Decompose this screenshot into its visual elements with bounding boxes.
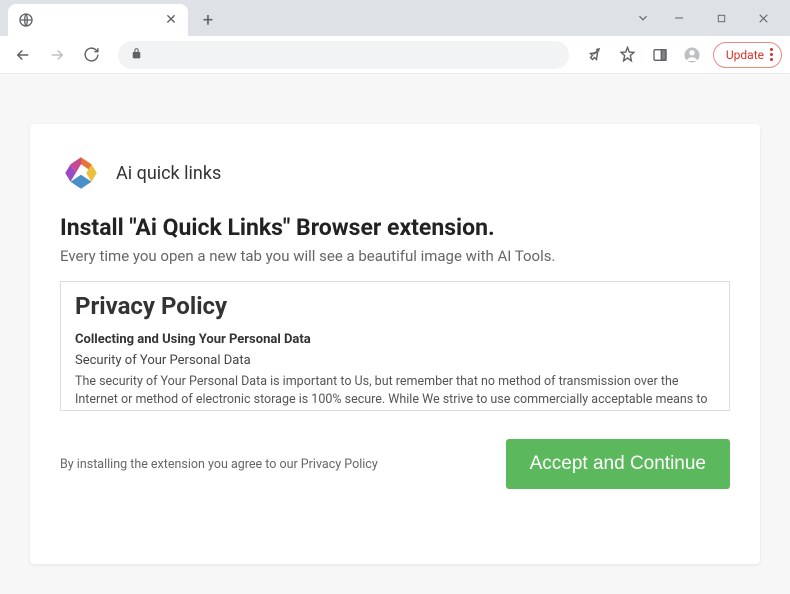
logo-text: Ai quick links	[116, 163, 221, 184]
policy-subsection: Security of Your Personal Data	[75, 353, 715, 368]
lock-icon	[130, 47, 143, 63]
share-icon[interactable]	[581, 40, 611, 70]
toolbar-right: Update	[581, 40, 782, 70]
side-panel-icon[interactable]	[645, 40, 675, 70]
minimize-button[interactable]	[658, 3, 700, 33]
policy-title: Privacy Policy	[75, 292, 715, 320]
disclaimer-text: By installing the extension you agree to…	[60, 457, 378, 472]
update-button[interactable]: Update	[713, 42, 782, 68]
tab-strip: ✕ +	[0, 0, 790, 36]
maximize-button[interactable]	[700, 3, 742, 33]
forward-button[interactable]	[42, 40, 72, 70]
accept-continue-button[interactable]: Accept and Continue	[506, 439, 730, 489]
window-controls	[628, 0, 784, 36]
new-tab-button[interactable]: +	[194, 6, 222, 34]
reload-button[interactable]	[76, 40, 106, 70]
footer-row: By installing the extension you agree to…	[60, 439, 730, 489]
back-button[interactable]	[8, 40, 38, 70]
close-button[interactable]	[742, 3, 784, 33]
page-content: Ai quick links Install "Ai Quick Links" …	[0, 74, 790, 594]
update-label: Update	[726, 48, 764, 62]
install-subheading: Every time you open a new tab you will s…	[60, 247, 730, 265]
profile-icon[interactable]	[677, 40, 707, 70]
chevron-down-icon[interactable]	[628, 11, 658, 25]
install-heading: Install "Ai Quick Links" Browser extensi…	[60, 214, 730, 241]
bookmark-icon[interactable]	[613, 40, 643, 70]
policy-body: The security of Your Personal Data is im…	[75, 373, 715, 411]
address-bar[interactable]	[118, 41, 569, 69]
privacy-policy-box[interactable]: Privacy Policy Collecting and Using Your…	[60, 281, 730, 411]
policy-section: Collecting and Using Your Personal Data	[75, 332, 715, 347]
menu-dots-icon	[770, 48, 773, 61]
browser-tab[interactable]: ✕	[8, 4, 188, 36]
close-icon[interactable]: ✕	[164, 13, 178, 27]
browser-chrome: ✕ +	[0, 0, 790, 74]
install-card: Ai quick links Install "Ai Quick Links" …	[30, 124, 760, 564]
globe-icon	[18, 12, 34, 28]
app-logo-icon	[60, 152, 102, 194]
logo-row: Ai quick links	[60, 152, 730, 194]
browser-toolbar: Update	[0, 36, 790, 74]
